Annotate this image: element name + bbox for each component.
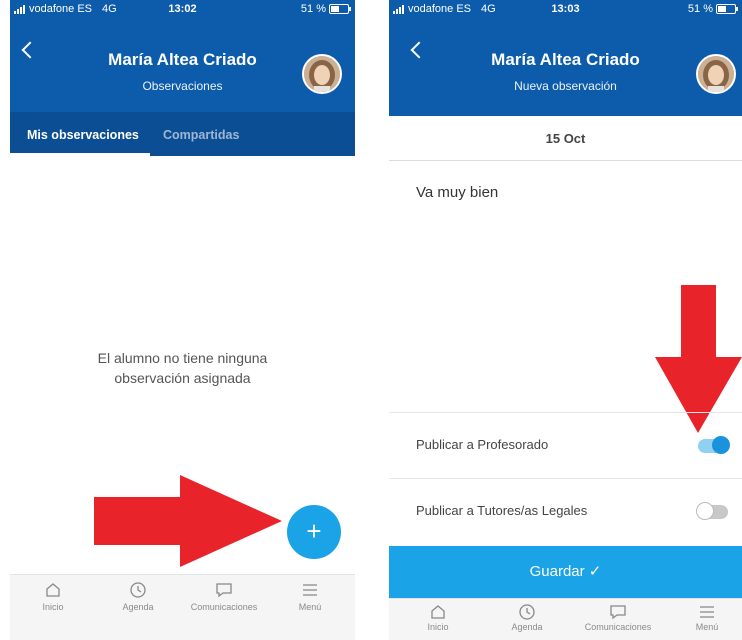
new-observation-screen: vodafone ES 4G 13:03 51 % María Altea Cr… [389,0,742,640]
save-button[interactable]: Guardar ✓ [389,546,742,598]
app-header: María Altea Criado Observaciones [10,18,355,112]
signal-icon [393,4,404,14]
option-label: Publicar a Tutores/as Legales [416,503,588,518]
nav-item-comunicaciones[interactable]: Comunicaciones [189,581,259,612]
student-name: María Altea Criado [491,50,640,69]
observations-list-screen: vodafone ES 4G 13:02 51 % María Altea Cr… [10,0,355,640]
tab-bar: Mis observaciones Compartidas [10,112,355,156]
bottom-navigation: Inicio Agenda Comunicaciones Menú [10,574,355,640]
status-time: 13:03 [551,3,580,15]
nav-item-agenda[interactable]: Agenda [492,603,562,632]
signal-icon [14,4,25,14]
chat-icon [610,605,626,620]
tutores-toggle[interactable] [696,502,728,520]
nav-item-menu[interactable]: Menú [275,581,345,612]
page-subtitle: Nueva observación [514,79,617,93]
app-header: María Altea Criado Nueva observación [389,18,742,116]
network-type: 4G [102,3,117,15]
option-label: Publicar a Profesorado [416,437,549,452]
nav-item-agenda[interactable]: Agenda [103,581,173,612]
carrier-name: vodafone ES [408,3,471,15]
status-bar: vodafone ES 4G 13:03 51 % [389,0,742,18]
bottom-navigation: Inicio Agenda Comunicaciones Menú [389,598,742,640]
carrier-name: vodafone ES [29,3,92,15]
add-observation-button[interactable]: + [287,505,341,559]
option-row-tutores: Publicar a Tutores/as Legales [389,478,742,545]
chat-icon [216,583,232,598]
clock-icon [519,604,535,620]
battery-percent: 51 % [300,3,326,15]
nav-item-inicio[interactable]: Inicio [403,603,473,632]
menu-icon [303,584,317,596]
nav-item-inicio[interactable]: Inicio [18,581,88,612]
nav-item-comunicaciones[interactable]: Comunicaciones [583,603,653,632]
student-photo-icon [304,56,340,92]
student-photo-icon [698,56,734,92]
option-row-profesorado: Publicar a Profesorado [389,412,742,479]
menu-icon [700,606,714,618]
profesorado-toggle[interactable] [698,436,730,454]
avatar[interactable] [696,54,736,94]
observation-date[interactable]: 15 Oct [389,118,742,161]
tab-mis-observaciones[interactable]: Mis observaciones [27,128,139,142]
home-icon [431,605,445,619]
status-bar: vodafone ES 4G 13:02 51 % [10,0,355,18]
status-time: 13:02 [168,3,197,15]
observation-text-field[interactable]: Va muy bien [416,184,498,201]
red-arrow-right-annotation [94,475,282,567]
avatar[interactable] [302,54,342,94]
empty-state-message: El alumno no tiene ninguna observación a… [97,350,268,386]
clock-icon [130,582,146,598]
battery-percent: 51 % [687,3,713,15]
home-icon [46,583,60,597]
tab-compartidas[interactable]: Compartidas [163,128,239,142]
battery-icon [716,4,738,14]
battery-icon [329,4,351,14]
active-tab-indicator [10,153,150,156]
network-type: 4G [481,3,496,15]
nav-item-menu[interactable]: Menú [672,603,742,632]
